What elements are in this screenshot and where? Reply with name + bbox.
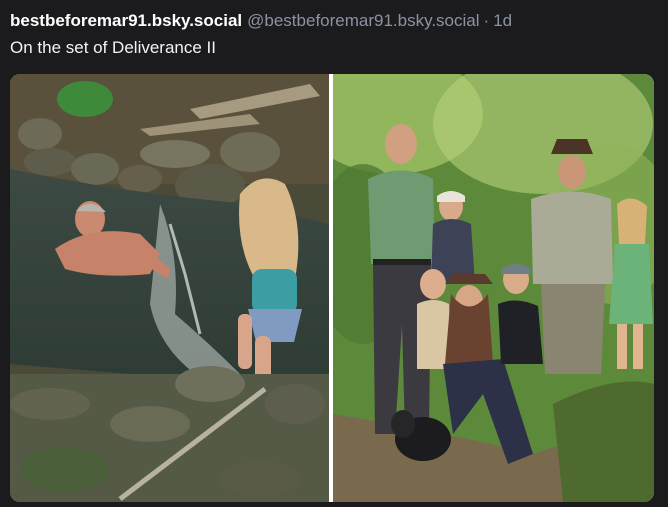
post-header: bestbeforemar91.bsky.social @bestbeforem…: [10, 10, 512, 32]
post-timestamp[interactable]: 1d: [493, 10, 512, 32]
author-display-name[interactable]: bestbeforemar91.bsky.social: [10, 10, 242, 32]
author-handle[interactable]: @bestbeforemar91.bsky.social: [247, 10, 479, 32]
group-photo-image: [333, 74, 654, 502]
media-gallery: [10, 74, 654, 502]
post-card: bestbeforemar91.bsky.social @bestbeforem…: [0, 0, 668, 507]
meta-separator: ·: [483, 11, 490, 30]
photo-creek[interactable]: [10, 74, 329, 502]
creek-photo-image: [10, 74, 329, 502]
post-text: On the set of Deliverance II: [10, 38, 216, 57]
photo-group[interactable]: [333, 74, 654, 502]
